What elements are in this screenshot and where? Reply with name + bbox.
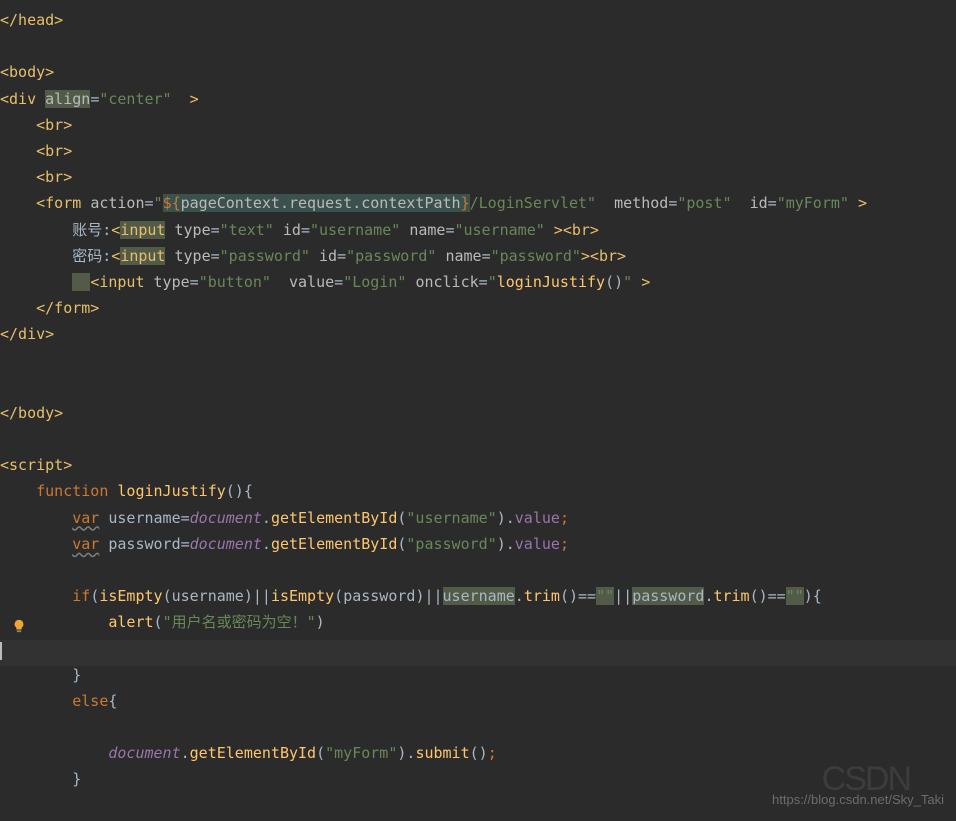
code-editor[interactable]: </head> <body> <div align="center" > <br… [0, 0, 956, 794]
watermark-url: https://blog.csdn.net/Sky_Taki [772, 789, 944, 811]
code-content[interactable]: </head> <body> <div align="center" > <br… [0, 0, 956, 794]
